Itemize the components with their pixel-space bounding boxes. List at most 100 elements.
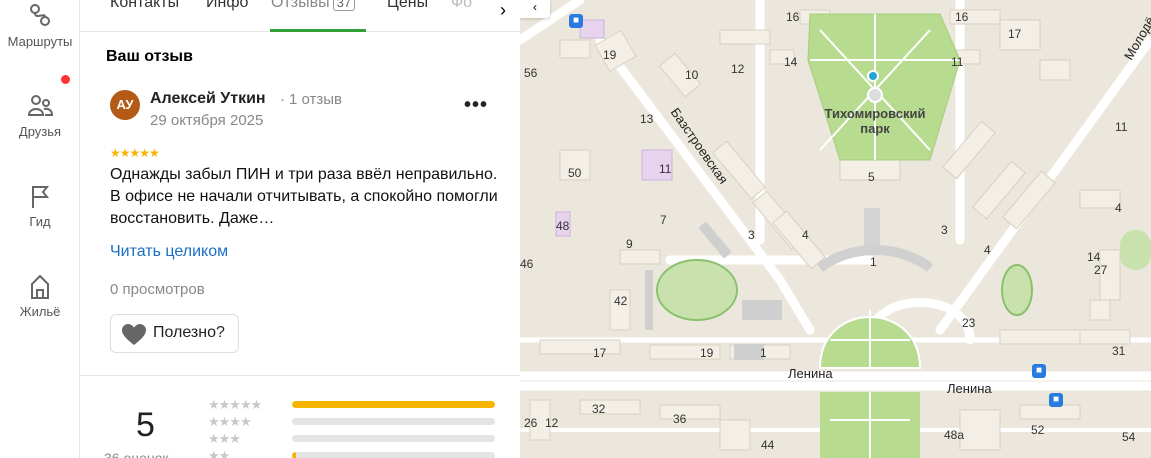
- house-number-label: 36: [673, 412, 687, 426]
- more-options-button[interactable]: •••: [464, 94, 488, 117]
- house-number-label: 3: [748, 228, 755, 242]
- house-number-label: 17: [1008, 27, 1022, 41]
- read-more-link[interactable]: Читать целиком: [110, 243, 228, 261]
- tab-reviews-label: Отзывы: [271, 0, 330, 11]
- distribution-bar: [292, 435, 495, 442]
- distribution-stars: ★★: [208, 448, 230, 458]
- map-canvas: [520, 0, 1151, 458]
- review-date: 29 октября 2025: [150, 112, 264, 129]
- distribution-stars: ★★★★★: [208, 397, 262, 412]
- distribution-bar: [292, 401, 495, 408]
- bus-stop-icon[interactable]: ■: [569, 14, 583, 28]
- house-number-label: 48а: [944, 428, 965, 442]
- house-number-label: 11: [659, 162, 672, 176]
- friends-icon: [26, 92, 54, 120]
- review-text: Однажды забыл ПИН и три раза ввёл неправ…: [110, 166, 498, 227]
- tab-prices[interactable]: Цены: [387, 0, 428, 12]
- house-number-label: 19: [603, 48, 617, 62]
- house-number-label: 11: [951, 55, 964, 69]
- bus-stop-icon[interactable]: ■: [1032, 364, 1046, 378]
- house-number-label: 12: [545, 416, 559, 430]
- house-number-label: 7: [660, 213, 667, 227]
- left-rail: Маршруты Друзья Гид Жильё: [0, 0, 80, 458]
- map[interactable]: ‹ Базстроевская Ленина Ленина Молодё Тих…: [520, 0, 1151, 458]
- tab-reviews[interactable]: Отзывы 37: [271, 0, 356, 12]
- distribution-bar-fill: [292, 452, 297, 458]
- house-number-label: 54: [1122, 430, 1136, 444]
- rail-label-routes: Маршруты: [7, 34, 73, 49]
- useful-button-label: Полезно?: [153, 324, 225, 341]
- rail-item-friends[interactable]: Друзья: [0, 92, 80, 139]
- house-number-label: 44: [761, 438, 775, 452]
- house-number-label: 42: [614, 294, 628, 308]
- house-number-label: 3: [941, 223, 948, 237]
- house-number-label: 27: [1094, 263, 1108, 277]
- park-label: Тихомировский парк: [824, 106, 926, 136]
- author-reviews-count: 1 отзыв: [289, 91, 343, 108]
- house-number-label: 5: [868, 170, 875, 184]
- active-tab-indicator: [270, 29, 366, 32]
- house-number-label: 56: [524, 66, 538, 80]
- avatar[interactable]: АУ: [110, 90, 140, 120]
- street-label-lenina-1: Ленина: [788, 366, 833, 381]
- tabs-scroll-right-button[interactable]: ›: [484, 0, 520, 30]
- street-label-lenina-2: Ленина: [947, 381, 992, 396]
- divider: [80, 375, 520, 376]
- rail-item-guide[interactable]: Гид: [0, 182, 80, 229]
- house-number-label: 13: [640, 112, 654, 126]
- dot-separator: ·: [280, 91, 285, 108]
- reviews-count-badge: 37: [332, 0, 356, 11]
- house-number-label: 11: [1115, 120, 1128, 134]
- house-number-label: 14: [1087, 250, 1101, 264]
- routes-icon: [26, 2, 54, 30]
- distribution-stars: ★★★: [208, 431, 241, 446]
- distribution-bar: [292, 452, 495, 458]
- house-number-label: 31: [1112, 344, 1126, 358]
- tab-info[interactable]: Инфо: [206, 0, 248, 12]
- heart-icon: [121, 323, 147, 347]
- distribution-bar-fill: [292, 401, 495, 408]
- rail-item-housing[interactable]: Жильё: [0, 272, 80, 319]
- house-number-label: 23: [962, 316, 976, 330]
- notification-dot: [61, 75, 70, 84]
- map-collapse-button[interactable]: ‹: [520, 0, 550, 18]
- tab-photos[interactable]: Фо: [451, 0, 472, 12]
- house-number-label: 4: [984, 243, 991, 257]
- house-number-label: 16: [786, 10, 800, 24]
- flag-icon: [26, 182, 54, 210]
- house-number-label: 10: [685, 68, 699, 82]
- house-number-label: 52: [1031, 423, 1045, 437]
- rail-label-housing: Жильё: [19, 304, 61, 319]
- rail-item-routes[interactable]: Маршруты: [0, 2, 80, 49]
- house-number-label: 48: [556, 219, 570, 233]
- author-name[interactable]: Алексей Уткин: [150, 90, 266, 108]
- tab-contacts[interactable]: Контакты: [110, 0, 179, 12]
- house-number-label: 16: [955, 10, 969, 24]
- author-meta: · 1 отзыв: [276, 91, 342, 108]
- section-title: Ваш отзыв: [106, 48, 193, 65]
- views-count: 0 просмотров: [110, 281, 205, 298]
- house-number-label: 46: [520, 257, 534, 271]
- housing-icon: [26, 272, 54, 300]
- tab-bar: Контакты Инфо Отзывы 37 Цены Фо ›: [80, 0, 520, 32]
- house-number-label: 32: [592, 402, 606, 416]
- rail-label-friends: Друзья: [18, 124, 62, 139]
- house-number-label: 19: [700, 346, 714, 360]
- rail-label-guide: Гид: [29, 214, 51, 229]
- ratings-count: 36 оценок: [104, 450, 169, 458]
- house-number-label: 14: [784, 55, 798, 69]
- distribution-bar: [292, 418, 495, 425]
- bus-stop-icon[interactable]: ■: [1049, 393, 1063, 407]
- review-rating-stars: ★★★★★: [110, 146, 160, 160]
- house-number-label: 12: [731, 62, 745, 76]
- useful-button[interactable]: Полезно?: [110, 314, 239, 353]
- house-number-label: 50: [568, 166, 582, 180]
- distribution-stars: ★★★★: [208, 414, 252, 429]
- house-number-label: 1: [760, 346, 767, 360]
- house-number-label: 1: [870, 255, 877, 269]
- house-number-label: 9: [626, 237, 633, 251]
- house-number-label: 17: [593, 346, 607, 360]
- rating-value: 5: [136, 406, 155, 444]
- house-number-label: 26: [524, 416, 538, 430]
- house-number-label: 4: [1115, 201, 1122, 215]
